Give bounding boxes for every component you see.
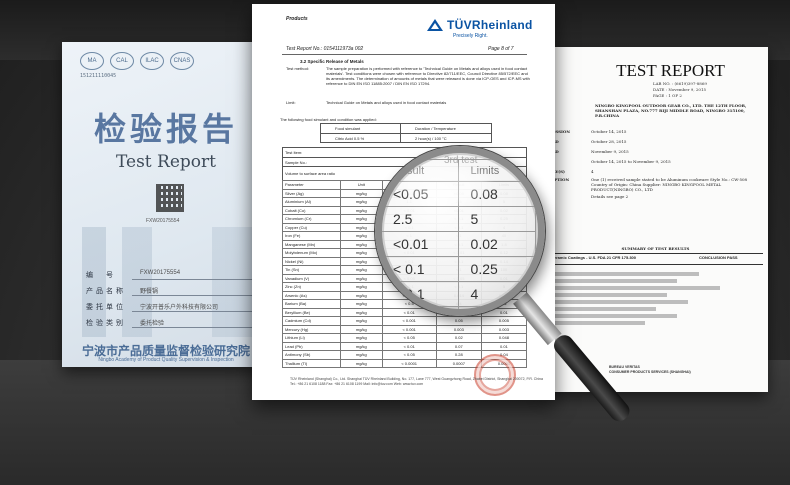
section-heading: 3.2 Specific Release of Metals [300,59,364,64]
cnas-logo-icon: CNAS [170,52,194,70]
text-lines [549,269,763,328]
report-row: OLDOctober 28, 2015 [549,139,627,144]
table-row: Lead (Pb) mg/kg < 0.01 0.07 0.01 [282,341,528,351]
lens-row: 2.5 5 [382,206,537,232]
footer: TÜV Rheinland (Shanghai) Co., Ltd. Shang… [290,377,543,386]
client-header: NINGBO KINGPOOL OUTDOOR GEAR CO., LTD. T… [595,103,747,118]
form-row: 委托单位 宁波开普乐户外科技有限公司 [86,299,256,315]
scene: MA CAL ILAC CNAS 151211110045 检验报告 Test … [0,0,790,485]
title-chinese: 检验报告 [93,110,238,148]
form-row: 编 号 FXW20175554 [86,267,256,283]
accreditation-logos: MA CAL ILAC CNAS [80,52,194,70]
brand-slogan: Precisely Right. [453,33,488,39]
right-test-report: TEST REPORT LAB NO. : (6619)397-8869 DAT… [543,47,768,392]
organization-english: Ningbo Academy of Product Quality Superv… [98,357,234,363]
report-row: Details see page 2 [591,194,629,199]
signature-org: BUREAU VERITAS CONSUMER PRODUCTS SERVICE… [609,365,691,374]
page-number: Page 8 of 7 [488,46,514,52]
summary-title: SUMMARY OF TEST RESULTS [621,246,690,251]
report-title: TEST REPORT [616,61,725,80]
tuv-logo: TÜVRheinland [427,18,533,32]
table-row: Mercury (Hg) mg/kg < 0.001 0.003 0.003 [282,324,528,334]
qr-code-number: FXW20175554 [146,218,180,224]
lens-row: <0.01 0.02 [382,231,537,257]
form-row: 产品名称 野餐锅 [86,283,256,299]
ilac-logo-icon: ILAC [140,52,164,70]
qr-code-icon [156,184,184,212]
ma-number: 151211110045 [80,73,117,79]
table-row: Cadmium (Cd) mg/kg < 0.001 0.05 0.005 [282,316,528,326]
magnifier-lens: 3rd test *1) Result Limits <0.05 0.08 2.5 5 <… [375,146,545,316]
report-rows: MISSIONOctober 14, 2015 OLDOctober 28, 2… [549,127,763,202]
report-number: Test Report No.: 0154111973a 002 [286,46,364,52]
cal-logo-icon: CAL [110,52,134,70]
title-english: Test Report [116,152,216,172]
report-row: DAY(S) 4 [549,169,594,174]
certificate-form: 编 号 FXW20175554 产品名称 野餐锅 委托单位 宁波开普乐户外科技有限公司… [86,267,256,331]
report-row: October 14, 2015 to November 9, 2015 [591,159,671,164]
lens-row: < 0.1 0.25 [382,256,537,282]
report-row: MISSION October 14, 2015 [549,129,627,134]
left-certificate: MA CAL ILAC CNAS 151211110045 检验报告 Test … [62,42,270,367]
approval-stamp-icon [474,354,516,396]
form-row: 检验类别 委托检验 [86,315,256,331]
table-row: Lithium (Li) mg/kg < 0.05 0.02 0.048 [282,333,528,343]
divider [282,54,527,55]
conditions-table: Food simulant Duration / Temperature Citr… [320,123,492,143]
report-row: OLDNovember 9, 2015 [549,149,629,154]
report-row: RIPTION One (1) received sample stated to… [549,177,748,192]
summary-bar: Ceramic Coatings - U.S. FDA 21 CFR 175.3… [549,253,763,265]
products-label: Products [286,16,308,22]
lab-info: LAB NO. : (6619)397-8869 DATE : November… [653,81,707,98]
brand-name: TÜVRheinland [447,18,533,32]
ma-logo-icon: MA [80,52,104,70]
lens-row: < 0.1 4 [382,281,537,307]
tuv-triangle-icon [427,19,443,31]
lens-glare [400,165,490,205]
conditions-intro: The following food simulant and conditio… [280,117,377,122]
